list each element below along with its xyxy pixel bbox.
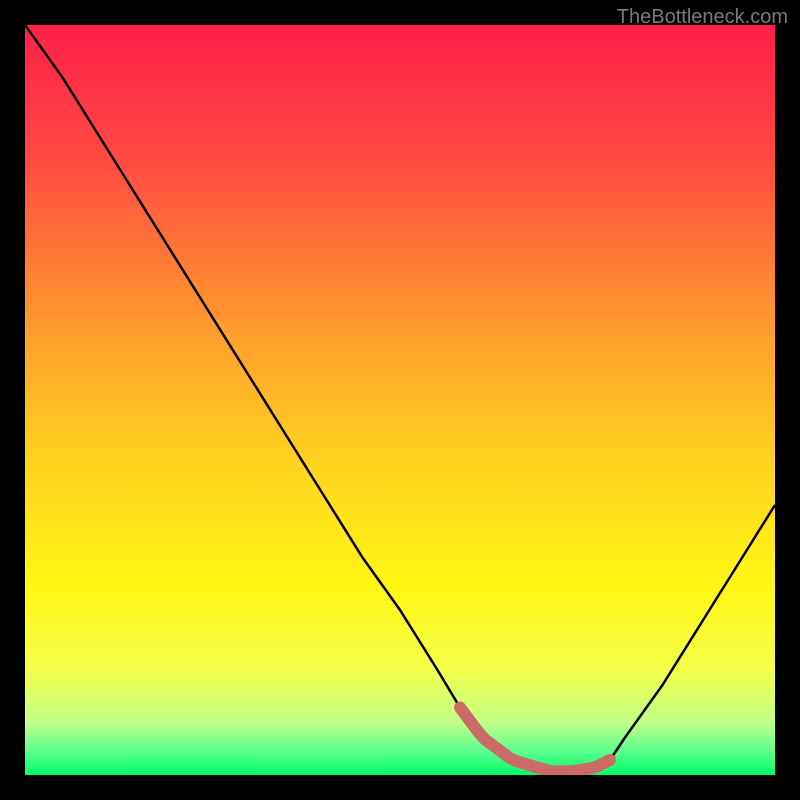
watermark-text: TheBottleneck.com [617, 6, 788, 29]
plot-area [25, 25, 775, 775]
optimal-range-highlight [25, 25, 775, 775]
